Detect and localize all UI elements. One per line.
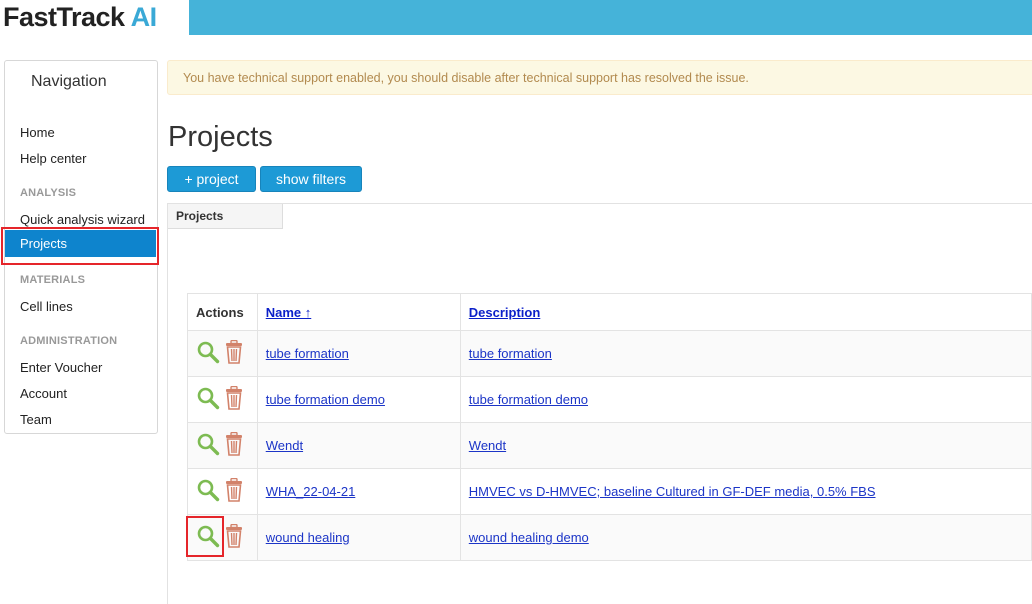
trash-icon[interactable] <box>224 477 244 505</box>
projects-table: Actions Name ↑ Description tube formatio… <box>187 293 1032 561</box>
sidebar-item-cell-lines[interactable]: Cell lines <box>20 299 73 314</box>
top-header: FastTrack AI™ <box>0 0 1032 35</box>
header-actions: Actions <box>187 293 258 331</box>
sidebar-item-help-center[interactable]: Help center <box>20 151 86 166</box>
table-header-row: Actions Name ↑ Description <box>187 293 1032 331</box>
sidebar-item-projects-label: Projects <box>20 236 67 251</box>
trash-icon[interactable] <box>224 339 244 367</box>
actions-cell <box>187 330 258 377</box>
magnifier-icon[interactable] <box>196 386 220 413</box>
name-cell: WHA_22-04-21 <box>256 468 461 515</box>
name-cell: Wendt <box>256 422 461 469</box>
sidebar-item-team[interactable]: Team <box>20 412 52 427</box>
project-name-link[interactable]: wound healing <box>266 530 350 545</box>
actions-cell <box>187 514 258 561</box>
section-administration: ADMINISTRATION <box>20 335 118 347</box>
logo-area: FastTrack AI™ <box>0 0 189 35</box>
project-description-link[interactable]: HMVEC vs D-HMVEC; baseline Cultured in G… <box>469 484 876 499</box>
project-name-link[interactable]: Wendt <box>266 438 303 453</box>
trash-icon[interactable] <box>224 385 244 413</box>
sidebar-item-enter-voucher[interactable]: Enter Voucher <box>20 360 102 375</box>
logo-text: FastTrack <box>3 2 125 32</box>
nav-title: Navigation <box>31 73 107 90</box>
magnifier-icon[interactable] <box>196 478 220 505</box>
description-cell: Wendt <box>459 422 1032 469</box>
description-cell: wound healing demo <box>459 514 1032 561</box>
page-title: Projects <box>168 121 273 153</box>
magnifier-icon[interactable] <box>196 340 220 367</box>
table-row: tube formation demo tube formation demo <box>187 376 1032 423</box>
table-row: Wendt Wendt <box>187 422 1032 469</box>
tab-projects[interactable]: Projects <box>168 204 283 229</box>
actions-cell <box>187 422 258 469</box>
actions-cell <box>187 376 258 423</box>
logo-trademark: ™ <box>157 0 165 4</box>
actions-cell <box>187 468 258 515</box>
project-description-link[interactable]: tube formation demo <box>469 392 588 407</box>
description-cell: tube formation demo <box>459 376 1032 423</box>
project-description-link[interactable]: tube formation <box>469 346 552 361</box>
sidebar-item-home[interactable]: Home <box>20 125 55 140</box>
project-description-link[interactable]: Wendt <box>469 438 506 453</box>
support-alert: You have technical support enabled, you … <box>167 60 1032 95</box>
description-cell: HMVEC vs D-HMVEC; baseline Cultured in G… <box>459 468 1032 515</box>
project-name-link[interactable]: tube formation <box>266 346 349 361</box>
sidebar-item-projects[interactable]: Projects <box>5 230 156 257</box>
sidebar-item-account[interactable]: Account <box>20 386 67 401</box>
project-description-link[interactable]: wound healing demo <box>469 530 589 545</box>
table-row: tube formation tube formation <box>187 330 1032 377</box>
description-cell: tube formation <box>459 330 1032 377</box>
sidebar-item-quick-analysis-wizard[interactable]: Quick analysis wizard <box>20 212 145 227</box>
brand-bar <box>189 0 1032 35</box>
magnifier-icon[interactable] <box>196 432 220 459</box>
trash-icon[interactable] <box>224 431 244 459</box>
sidebar-navigation: Navigation Home Help center ANALYSIS Qui… <box>4 60 158 434</box>
tab-projects-label: Projects <box>176 209 224 223</box>
project-name-link[interactable]: WHA_22-04-21 <box>266 484 356 499</box>
section-materials: MATERIALS <box>20 274 86 286</box>
logo[interactable]: FastTrack AI™ <box>3 0 165 33</box>
name-cell: tube formation <box>256 330 461 377</box>
table-row: WHA_22-04-21 HMVEC vs D-HMVEC; baseline C… <box>187 468 1032 515</box>
show-filters-button[interactable]: show filters <box>260 166 362 192</box>
header-description[interactable]: Description <box>459 293 1032 331</box>
magnifier-icon[interactable] <box>196 524 220 551</box>
section-analysis: ANALYSIS <box>20 187 77 199</box>
logo-ai: AI <box>130 2 158 32</box>
sort-name-link[interactable]: Name ↑ <box>266 305 312 320</box>
project-name-link[interactable]: tube formation demo <box>266 392 385 407</box>
name-cell: tube formation demo <box>256 376 461 423</box>
header-name[interactable]: Name ↑ <box>256 293 461 331</box>
trash-icon[interactable] <box>224 523 244 551</box>
table-row: wound healing wound healing demo <box>187 514 1032 561</box>
alert-text: You have technical support enabled, you … <box>183 71 749 85</box>
name-cell: wound healing <box>256 514 461 561</box>
add-project-button[interactable]: + project <box>167 166 256 192</box>
sort-description-link[interactable]: Description <box>469 305 541 320</box>
